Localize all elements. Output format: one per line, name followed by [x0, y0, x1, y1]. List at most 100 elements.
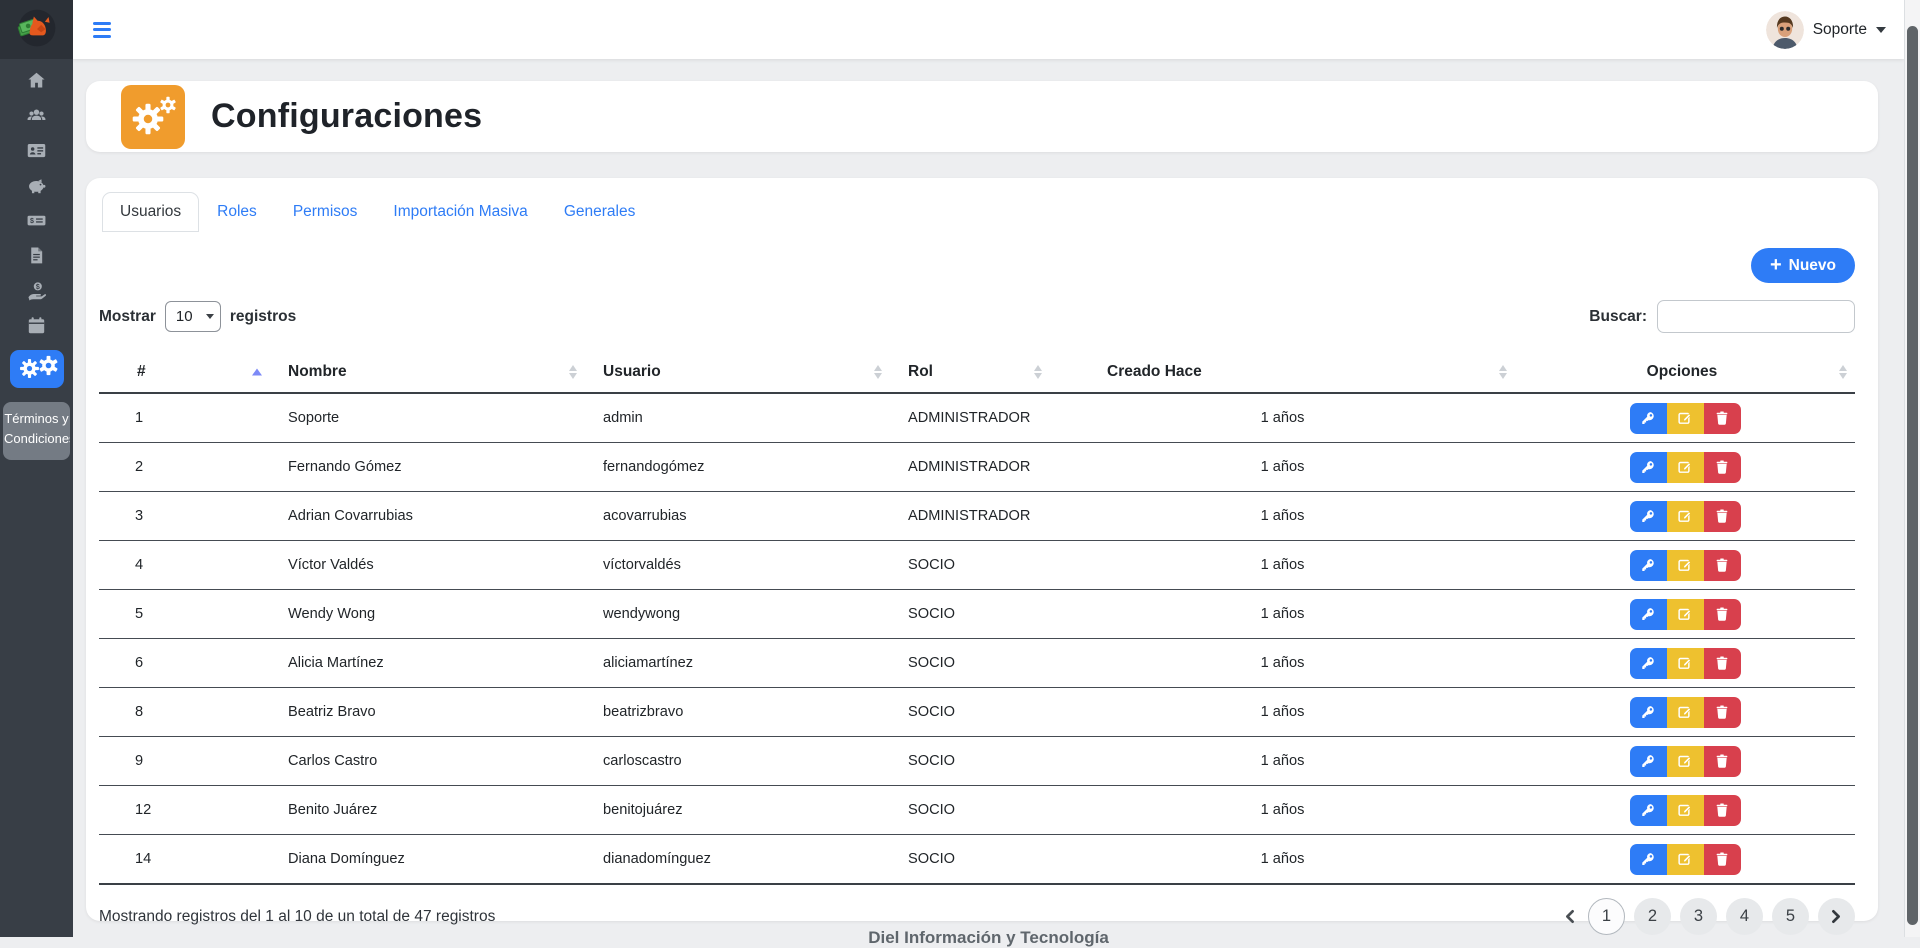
plus-icon: +	[1770, 255, 1782, 275]
key-button[interactable]	[1630, 648, 1667, 679]
table-body: 1 Soporte admin ADMINISTRADOR 1 años 2 F…	[99, 393, 1855, 884]
page-scrollbar[interactable]	[1904, 0, 1920, 937]
settings-gears-icon	[10, 350, 64, 388]
search-input[interactable]	[1657, 300, 1855, 333]
hamburger-menu-button[interactable]	[89, 18, 115, 42]
key-button[interactable]	[1630, 746, 1667, 777]
key-button[interactable]	[1630, 550, 1667, 581]
trash-icon	[1714, 557, 1730, 573]
edit-icon	[1677, 704, 1693, 720]
edit-button[interactable]	[1667, 648, 1704, 679]
column-header-creado[interactable]: Creado Hace	[1050, 352, 1515, 393]
length-label-prefix: Mostrar	[99, 308, 156, 326]
table-info: Mostrando registros del 1 al 10 de un to…	[99, 908, 495, 926]
trash-icon	[1714, 753, 1730, 769]
calendar-icon	[26, 315, 47, 341]
row-actions	[1630, 452, 1741, 483]
delete-button[interactable]	[1704, 697, 1741, 728]
sidebar-item-money-check[interactable]: $	[0, 205, 73, 240]
page-length-control: Mostrar 10 registros	[99, 301, 296, 332]
edit-icon	[1677, 655, 1693, 671]
gears-icon	[121, 85, 185, 149]
edit-button[interactable]	[1667, 746, 1704, 777]
table-row: 9 Carlos Castro carloscastro SOCIO 1 año…	[99, 737, 1855, 786]
trash-icon	[1714, 704, 1730, 720]
edit-button[interactable]	[1667, 844, 1704, 875]
trash-icon	[1714, 802, 1730, 818]
key-button[interactable]	[1630, 795, 1667, 826]
sort-asc-icon	[252, 369, 262, 376]
tab-importaci-n-masiva[interactable]: Importación Masiva	[375, 192, 545, 232]
delete-button[interactable]	[1704, 550, 1741, 581]
sidebar-nav: $ $	[0, 59, 73, 391]
length-label-suffix: registros	[230, 308, 296, 326]
delete-button[interactable]	[1704, 403, 1741, 434]
caret-down-icon	[1876, 27, 1886, 33]
sidebar-item-document[interactable]	[0, 240, 73, 275]
delete-button[interactable]	[1704, 501, 1741, 532]
search-control: Buscar:	[1589, 300, 1855, 333]
main-content: Configuraciones UsuariosRolesPermisosImp…	[73, 59, 1904, 937]
column-header-id[interactable]: #	[99, 352, 270, 393]
new-button[interactable]: + Nuevo	[1751, 248, 1855, 283]
tab-generales[interactable]: Generales	[546, 192, 654, 232]
sidebar-item-home[interactable]	[0, 65, 73, 100]
row-actions	[1630, 550, 1741, 581]
sort-icon	[1034, 365, 1042, 371]
row-actions	[1630, 599, 1741, 630]
sidebar-item-calendar[interactable]	[0, 310, 73, 345]
column-header-opciones[interactable]: Opciones	[1515, 352, 1855, 393]
key-button[interactable]	[1630, 599, 1667, 630]
key-icon	[1640, 655, 1656, 671]
delete-button[interactable]	[1704, 795, 1741, 826]
sidebar-item-terms[interactable]: Términos y Condiciones	[3, 402, 70, 460]
page-size-select[interactable]: 10	[165, 301, 221, 332]
key-button[interactable]	[1630, 501, 1667, 532]
delete-button[interactable]	[1704, 452, 1741, 483]
edit-button[interactable]	[1667, 795, 1704, 826]
trash-icon	[1714, 459, 1730, 475]
key-icon	[1640, 557, 1656, 573]
home-icon	[26, 70, 47, 96]
chevron-left-icon	[1564, 909, 1575, 924]
key-button[interactable]	[1630, 844, 1667, 875]
column-header-nombre[interactable]: Nombre	[270, 352, 585, 393]
edit-button[interactable]	[1667, 501, 1704, 532]
sidebar-item-settings[interactable]	[0, 347, 73, 391]
delete-button[interactable]	[1704, 746, 1741, 777]
key-icon	[1640, 459, 1656, 475]
edit-icon	[1677, 851, 1693, 867]
edit-button[interactable]	[1667, 697, 1704, 728]
edit-button[interactable]	[1667, 452, 1704, 483]
table-row: 1 Soporte admin ADMINISTRADOR 1 años	[99, 393, 1855, 443]
sidebar-item-members[interactable]	[0, 100, 73, 135]
tab-usuarios[interactable]: Usuarios	[102, 192, 199, 232]
sidebar-item-piggy-bank[interactable]	[0, 170, 73, 205]
sidebar-item-hand-dollar[interactable]: $	[0, 275, 73, 310]
row-actions	[1630, 648, 1741, 679]
delete-button[interactable]	[1704, 844, 1741, 875]
edit-button[interactable]	[1667, 599, 1704, 630]
app-logo[interactable]	[0, 0, 73, 59]
edit-button[interactable]	[1667, 550, 1704, 581]
pagination-prev-button[interactable]	[1560, 909, 1579, 924]
trash-icon	[1714, 410, 1730, 426]
key-button[interactable]	[1630, 452, 1667, 483]
settings-card: UsuariosRolesPermisosImportación MasivaG…	[86, 178, 1878, 921]
tab-permisos[interactable]: Permisos	[275, 192, 376, 232]
user-menu[interactable]: Soporte	[1766, 11, 1886, 49]
key-icon	[1640, 410, 1656, 426]
key-button[interactable]	[1630, 697, 1667, 728]
column-header-rol[interactable]: Rol	[890, 352, 1050, 393]
delete-button[interactable]	[1704, 599, 1741, 630]
key-button[interactable]	[1630, 403, 1667, 434]
sort-icon	[1499, 365, 1507, 371]
delete-button[interactable]	[1704, 648, 1741, 679]
scrollbar-thumb[interactable]	[1907, 26, 1918, 925]
sidebar-item-id-card[interactable]	[0, 135, 73, 170]
edit-button[interactable]	[1667, 403, 1704, 434]
key-icon	[1640, 606, 1656, 622]
tab-roles[interactable]: Roles	[199, 192, 275, 232]
column-header-usuario[interactable]: Usuario	[585, 352, 890, 393]
edit-icon	[1677, 802, 1693, 818]
